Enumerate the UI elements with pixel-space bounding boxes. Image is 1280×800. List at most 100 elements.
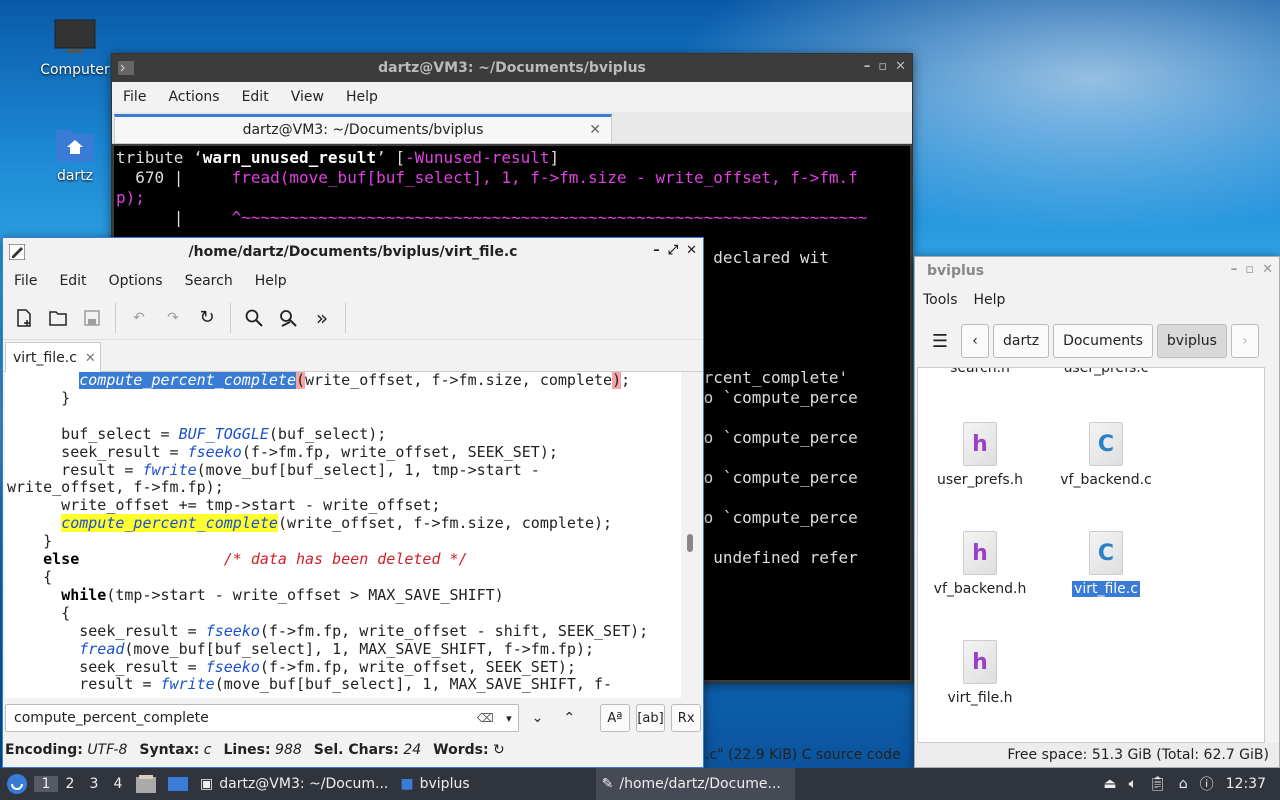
code-editor[interactable]: compute_percent_complete(write_offset, f…	[5, 372, 681, 698]
menu-actions[interactable]: Actions	[157, 89, 230, 105]
term-text: percent_complete'	[684, 368, 849, 387]
code-text: (move_buf[buf_select], 1, MAX_SAVE_SHIFT…	[124, 639, 595, 658]
editor-titlebar[interactable]: /home/dartz/Documents/bviplus/virt_file.…	[3, 238, 703, 266]
code-text: (tmp->start - write_offset > MAX_SAVE_SH…	[106, 585, 504, 604]
code-text: write_offset, f->fm.fp);	[7, 478, 224, 497]
task-label: bviplus	[419, 776, 470, 792]
file-item[interactable]: search.h	[920, 368, 1040, 376]
updates-icon[interactable]: ⓘ	[1194, 768, 1220, 800]
terminal-titlebar[interactable]: dartz@VM3: ~/Documents/bviplus – ▫ ✕	[112, 54, 912, 82]
menu-help[interactable]: Help	[966, 292, 1014, 308]
maximize-icon[interactable]: ▫	[878, 59, 887, 74]
file-item[interactable]: h vf_backend.h	[920, 531, 1040, 597]
menu-options[interactable]: Options	[98, 273, 174, 289]
path-segment-documents[interactable]: Documents	[1053, 324, 1153, 358]
find-previous-icon[interactable]: ⌃	[556, 704, 582, 732]
find-icon[interactable]	[239, 303, 269, 333]
file-item[interactable]: Cvf_backend.c	[1046, 422, 1166, 488]
minimize-icon[interactable]: –	[653, 243, 660, 258]
redo-icon[interactable]: ↷	[158, 303, 188, 333]
refresh-word-count-icon[interactable]: ↻	[493, 742, 505, 758]
menu-view[interactable]: View	[280, 89, 335, 105]
find-replace-icon[interactable]	[273, 303, 303, 333]
code-text: seek_result =	[7, 442, 188, 461]
task-editor[interactable]: ✎ /home/dartz/Docume...	[595, 768, 795, 800]
file-item[interactable]: h user_prefs.h	[920, 422, 1040, 488]
menu-file[interactable]: File	[3, 273, 48, 289]
task-file-manager[interactable]: ■ bviplus	[394, 768, 475, 800]
menu-tools[interactable]: Tools	[915, 292, 966, 308]
find-next-icon[interactable]: ⌄	[525, 704, 551, 732]
volume-icon[interactable]: 🔈︎	[1123, 768, 1143, 800]
terminal-tab[interactable]: dartz@VM3: ~/Documents/bviplus ✕	[114, 114, 612, 144]
minimize-icon[interactable]: –	[1231, 262, 1238, 277]
quicklaunch-desktop-icon[interactable]	[162, 768, 194, 800]
quicklaunch-files-icon[interactable]	[130, 768, 162, 800]
code-text: }	[7, 532, 53, 551]
file-item[interactable]: h virt_file.h	[920, 640, 1040, 706]
close-icon[interactable]: ✕	[1262, 262, 1273, 277]
desktop-icon-home[interactable]: dartz	[30, 124, 120, 184]
menu-file[interactable]: File	[112, 89, 157, 105]
file-item-selected[interactable]: Cvirt_file.c	[1046, 531, 1166, 597]
clear-search-icon[interactable]: ⌫	[477, 711, 494, 725]
term-text: warn_unused_result	[202, 148, 377, 167]
menu-search[interactable]: Search	[174, 273, 244, 289]
tab-close-icon[interactable]: ✕	[85, 351, 96, 366]
workspace-2[interactable]: 2	[58, 776, 82, 792]
task-terminal[interactable]: ▣ dartz@VM3: ~/Docum...	[194, 768, 394, 800]
search-history-dropdown-icon[interactable]: ▾	[506, 712, 512, 725]
editor-window[interactable]: /home/dartz/Documents/bviplus/virt_file.…	[2, 237, 704, 768]
start-menu-icon[interactable]	[0, 768, 34, 800]
workspace-1[interactable]: 1	[34, 776, 58, 792]
file-item[interactable]: user_prefs.c	[1046, 368, 1166, 376]
minimize-icon[interactable]: –	[864, 59, 871, 74]
match-case-toggle[interactable]: Aª	[600, 704, 630, 732]
taskbar: 1 2 3 4 ▣ dartz@VM3: ~/Docum... ■ bviplus …	[0, 768, 1280, 800]
menu-help[interactable]: Help	[335, 89, 389, 105]
window-title: dartz@VM3: ~/Documents/bviplus	[378, 60, 646, 76]
code-text: seek_result =	[7, 621, 206, 640]
search-input[interactable]: compute_percent_complete ⌫ ▾	[5, 704, 519, 732]
workspace-4[interactable]: 4	[106, 776, 130, 792]
path-back-icon[interactable]: ‹	[961, 324, 989, 358]
clock[interactable]: 12:37	[1220, 768, 1280, 800]
file-name: vf_backend.c	[1060, 472, 1152, 488]
undo-icon[interactable]: ↶	[124, 303, 154, 333]
close-icon[interactable]: ✕	[686, 243, 697, 258]
go-to-line-icon[interactable]: »	[307, 303, 337, 333]
save-icon[interactable]	[77, 303, 107, 333]
menu-edit[interactable]: Edit	[48, 273, 97, 289]
file-grid[interactable]: search.h user_prefs.c h user_prefs.h Cvf_…	[917, 367, 1265, 743]
reload-icon[interactable]: ↻	[192, 303, 222, 333]
path-segment-bviplus[interactable]: bviplus	[1156, 324, 1227, 358]
editor-app-icon: ✎	[601, 776, 614, 792]
clipboard-icon[interactable]: 📋︎	[1143, 768, 1173, 800]
path-forward-icon[interactable]: ›	[1230, 324, 1259, 358]
new-file-icon[interactable]	[9, 303, 39, 333]
tab-label: virt_file.c	[13, 350, 77, 366]
desktop-icon-computer[interactable]: Computer	[30, 18, 120, 78]
workspace-3[interactable]: 3	[82, 776, 106, 792]
eject-icon[interactable]: ⏏	[1097, 768, 1122, 800]
code-text: (write_offset, f->fm.size, complete);	[277, 514, 613, 533]
fm-titlebar[interactable]: bviplus – ▫ ✕	[915, 257, 1279, 285]
tab-close-icon[interactable]: ✕	[589, 122, 601, 138]
whole-word-toggle[interactable]: [ab]	[635, 704, 666, 732]
term-text: p);	[116, 188, 145, 207]
view-list-icon[interactable]: ☰	[923, 324, 957, 358]
path-segment-dartz[interactable]: dartz	[993, 324, 1050, 358]
computer-icon	[53, 18, 97, 58]
network-icon[interactable]: ⌂	[1173, 768, 1194, 800]
code-scrollbar[interactable]	[687, 534, 693, 552]
maximize-icon[interactable]: ⤢	[668, 243, 678, 258]
regex-toggle[interactable]: Rx	[671, 704, 701, 732]
file-manager-window[interactable]: bviplus – ▫ ✕ Tools Help ☰ ‹ dartz Documen…	[914, 256, 1280, 768]
maximize-icon[interactable]: ▫	[1245, 262, 1254, 277]
open-folder-icon[interactable]	[43, 303, 73, 333]
close-icon[interactable]: ✕	[895, 59, 906, 74]
menu-help[interactable]: Help	[244, 273, 298, 289]
menu-edit[interactable]: Edit	[231, 89, 280, 105]
editor-tab[interactable]: virt_file.c ✕	[5, 342, 101, 373]
terminal-menubar: File Actions Edit View Help	[112, 82, 912, 112]
